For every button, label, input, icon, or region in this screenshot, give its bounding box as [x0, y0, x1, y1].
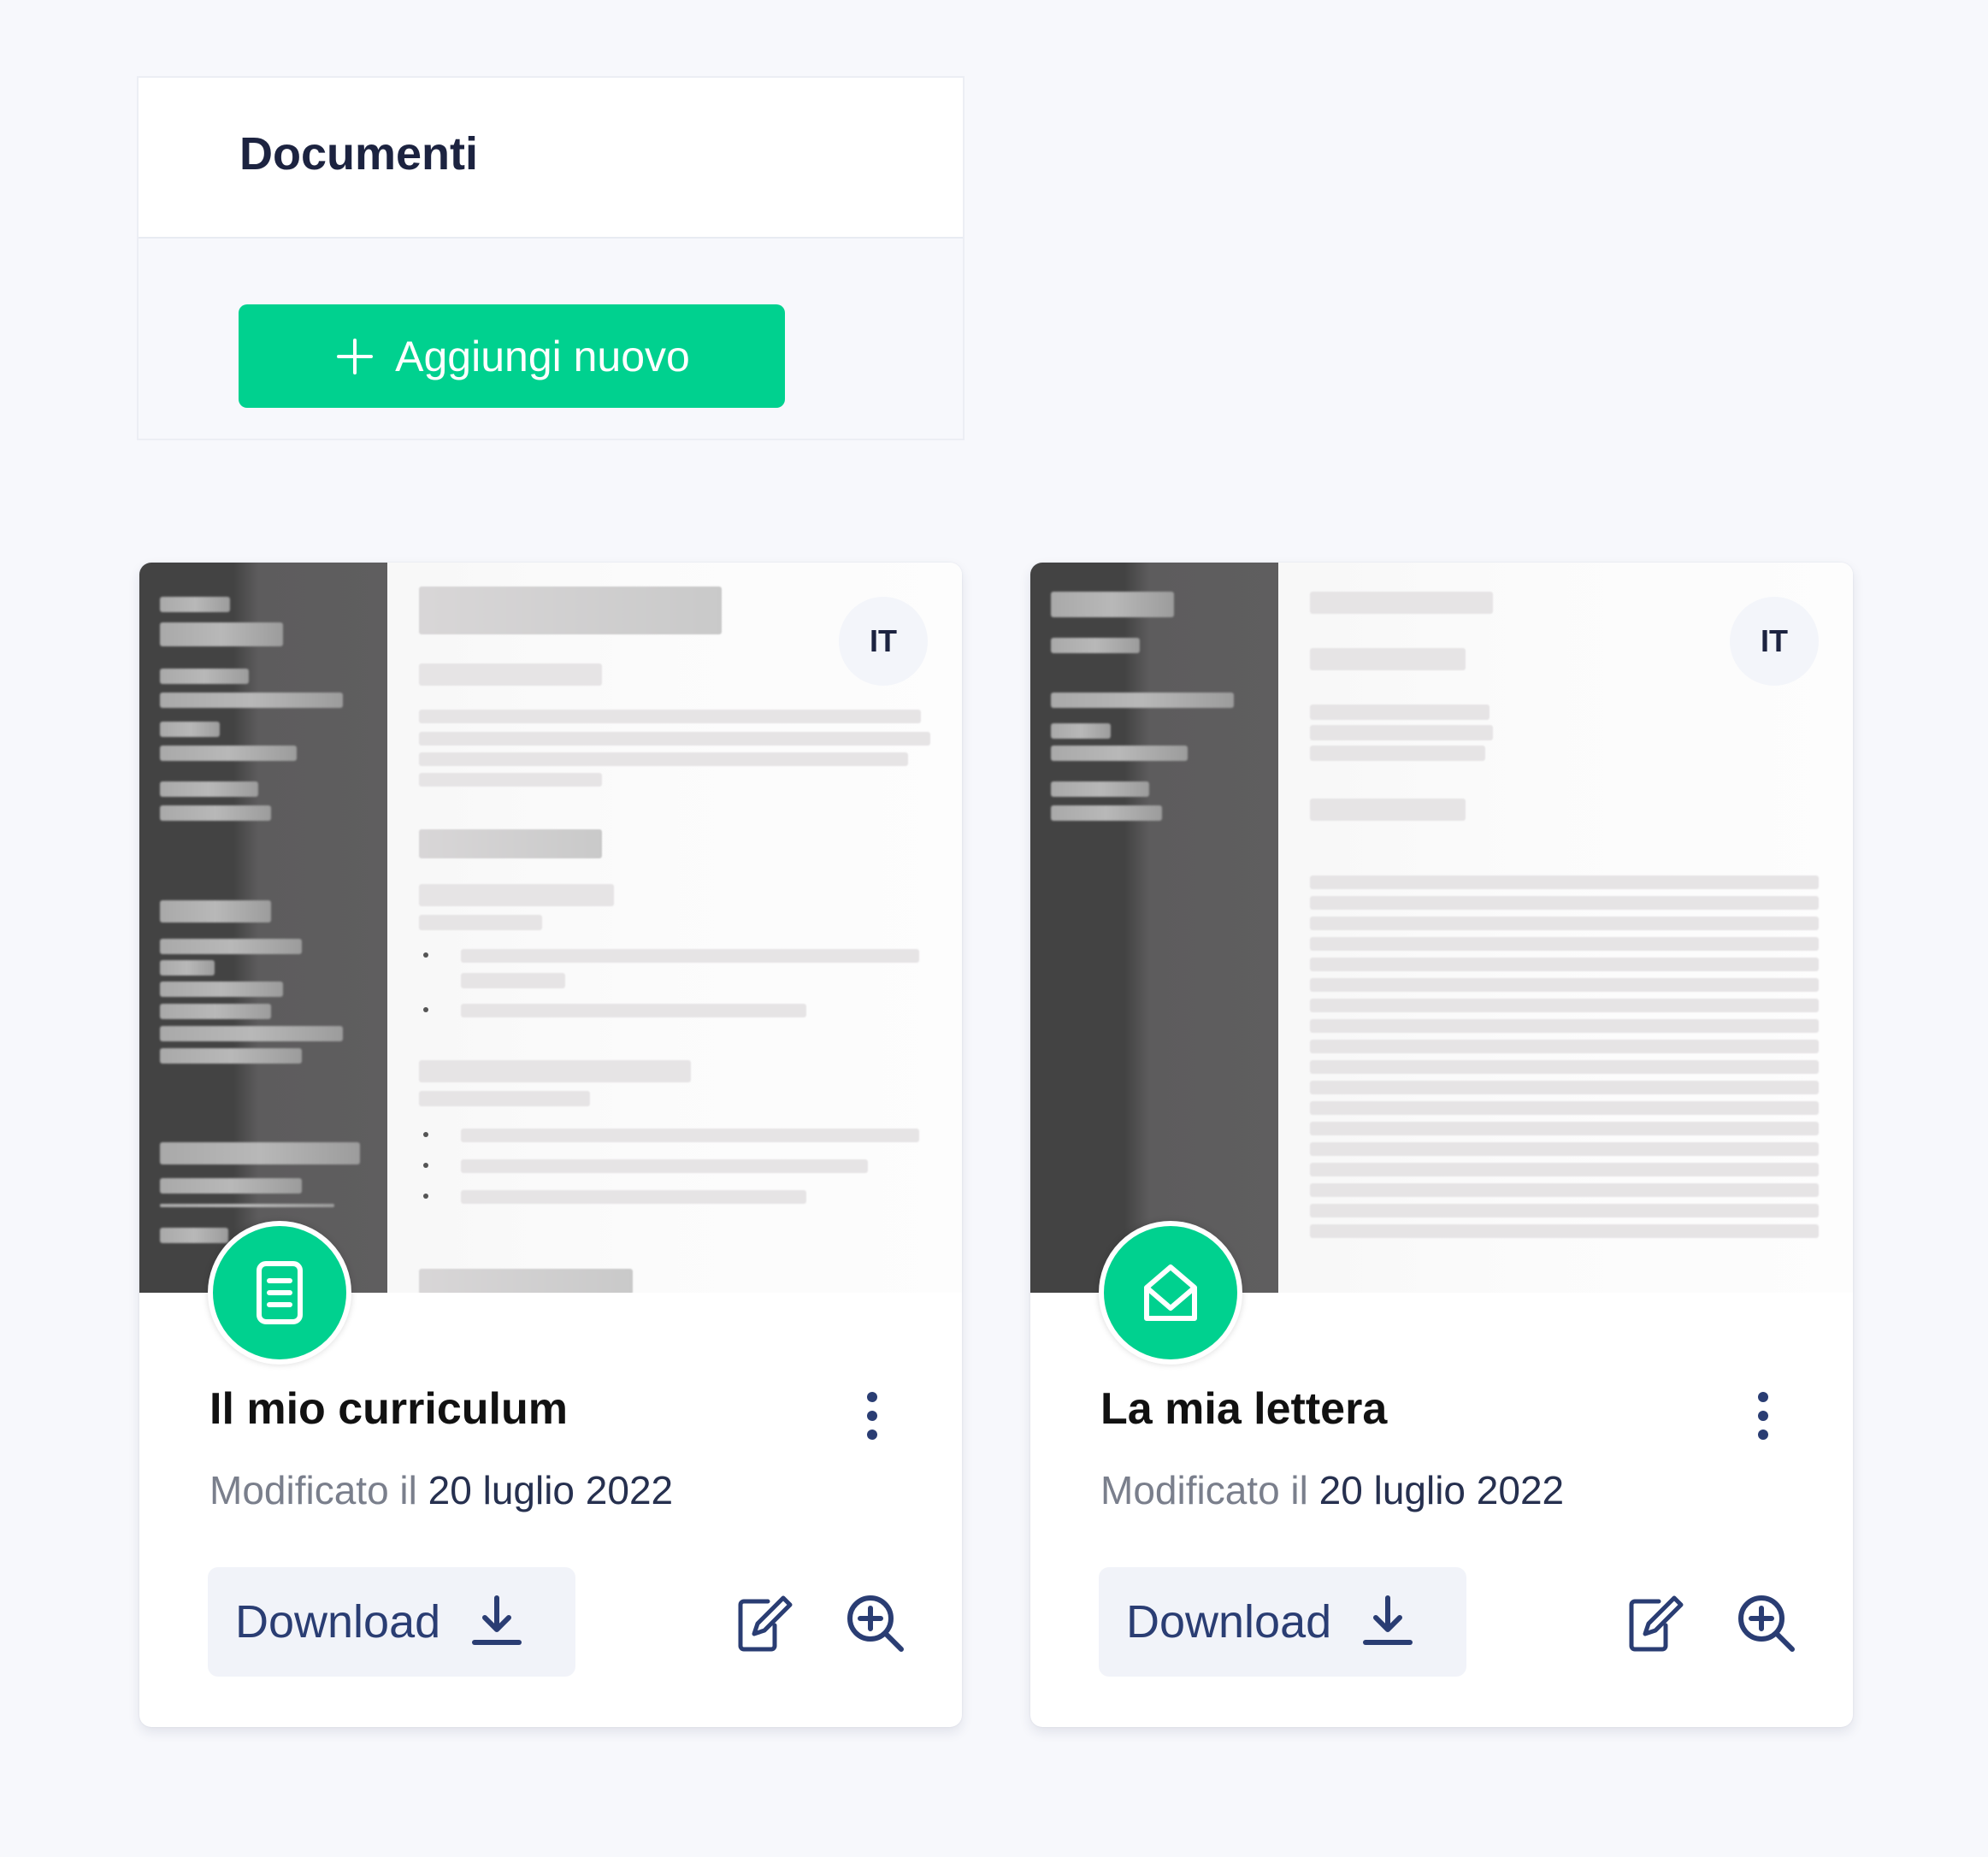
- document-title[interactable]: Il mio curriculum: [209, 1383, 568, 1435]
- language-badge: IT: [1730, 597, 1819, 686]
- plus-icon: [337, 338, 374, 374]
- preview-text-line: [1310, 1040, 1819, 1053]
- preview-text-line: [1310, 917, 1819, 930]
- preview-text-line: [1310, 1101, 1819, 1115]
- preview-sidebar: [1030, 563, 1278, 1293]
- modified-info: Modificato il 20 luglio 2022: [209, 1467, 673, 1513]
- download-icon: [472, 1595, 522, 1645]
- document-preview[interactable]: IT: [139, 563, 962, 1293]
- add-new-button[interactable]: Aggiungi nuovo: [239, 304, 785, 408]
- download-icon: [1363, 1595, 1413, 1645]
- preview-text-line: [1310, 1142, 1819, 1156]
- preview-text-line: [1310, 1019, 1819, 1033]
- preview-text-line: [1310, 1060, 1819, 1074]
- envelope-open-icon: [1144, 1265, 1197, 1321]
- modified-prefix: Modificato il: [209, 1468, 417, 1512]
- download-button[interactable]: Download: [208, 1567, 575, 1677]
- preview-text-line: [1310, 999, 1819, 1012]
- modified-date: 20 luglio 2022: [428, 1468, 674, 1512]
- document-card[interactable]: IT La mia lettera Modificato il 20 lugli…: [1030, 563, 1853, 1727]
- document-card[interactable]: IT Il mio curriculum Modificato il 20 lu…: [139, 563, 962, 1727]
- preview-text-line: [1310, 978, 1819, 992]
- edit-icon[interactable]: [1625, 1593, 1686, 1654]
- zoom-in-icon[interactable]: [1736, 1593, 1797, 1654]
- preview-text-line: [1310, 1081, 1819, 1094]
- add-new-label: Aggiungi nuovo: [395, 332, 690, 380]
- language-badge: IT: [839, 597, 928, 686]
- download-button[interactable]: Download: [1099, 1567, 1466, 1677]
- page-title: Documenti: [239, 128, 479, 180]
- download-label: Download: [1126, 1596, 1332, 1648]
- preview-text-line: [1310, 1224, 1819, 1238]
- document-preview[interactable]: IT: [1030, 563, 1853, 1293]
- more-options-icon[interactable]: [1750, 1390, 1776, 1441]
- preview-text-line: [1310, 875, 1819, 889]
- edit-icon[interactable]: [734, 1593, 795, 1654]
- more-options-icon[interactable]: [859, 1390, 885, 1441]
- preview-text-line: [1310, 1204, 1819, 1217]
- document-title[interactable]: La mia lettera: [1100, 1383, 1387, 1435]
- preview-text-line: [1310, 1122, 1819, 1135]
- preview-text-line: [1310, 958, 1819, 971]
- preview-text-line: [1310, 1163, 1819, 1176]
- modified-prefix: Modificato il: [1100, 1468, 1308, 1512]
- modified-info: Modificato il 20 luglio 2022: [1100, 1467, 1564, 1513]
- document-type-badge: [1099, 1221, 1242, 1365]
- document-icon: [257, 1261, 303, 1324]
- document-type-badge: [208, 1221, 351, 1365]
- zoom-in-icon[interactable]: [845, 1593, 906, 1654]
- preview-text-line: [1310, 1183, 1819, 1197]
- preview-text-line: [1310, 896, 1819, 910]
- preview-text-line: [1310, 937, 1819, 951]
- modified-date: 20 luglio 2022: [1318, 1468, 1565, 1512]
- preview-sidebar: [139, 563, 387, 1293]
- documents-header-panel: Documenti Aggiungi nuovo: [137, 76, 965, 440]
- download-label: Download: [235, 1596, 441, 1648]
- panel-header: Documenti: [139, 78, 963, 239]
